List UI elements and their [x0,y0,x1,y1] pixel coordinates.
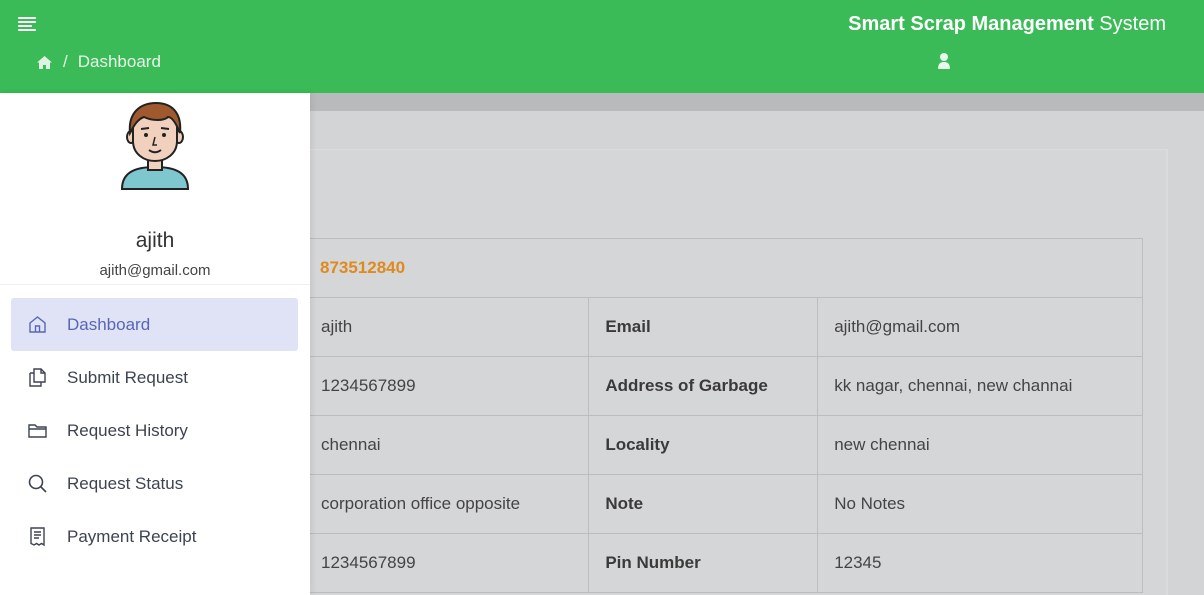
table-row: 873512840 [310,238,1143,298]
profile-email: ajith@gmail.com [99,262,211,279]
sidebar-item-label: Dashboard [67,314,151,334]
table-row: 1234567899 Address of Garbage kk nagar, … [310,356,1143,416]
cell-label: Address of Garbage [588,356,819,416]
folder-icon [27,420,48,441]
search-icon [27,473,48,494]
cell-value: corporation office opposite [310,474,590,534]
sidebar: ajith ajith@gmail.com Dashboard Submit R… [0,93,310,595]
sidebar-menu: Dashboard Submit Request Request History [11,298,298,563]
sidebar-item-dashboard[interactable]: Dashboard [11,298,298,351]
cell-label: Locality [588,415,819,475]
cell-value: No Notes [817,474,1143,534]
user-icon[interactable] [936,52,952,70]
cell-value: ajith [310,297,590,357]
cell-value: new chennai [817,415,1143,475]
app-title-bold: Smart Scrap Management [848,13,1094,35]
cell-value: chennai [310,415,590,475]
cell-value: kk nagar, chennai, new channai [817,356,1143,416]
sidebar-item-label: Request Status [67,473,184,493]
profile-name: ajith [135,229,175,252]
content-overlay-band [310,93,1204,111]
cell-label: Email [588,297,819,357]
app-title: Smart Scrap Management System [848,13,1166,36]
sidebar-item-label: Payment Receipt [67,526,197,546]
cell-value: 1234567899 [310,356,590,416]
app-title-rest: System [1093,13,1166,35]
top-navbar: / Dashboard Smart Scrap Management Syste… [0,0,1204,93]
main-content: 873512840 ajith Email ajith@gmail.com 12… [310,111,1204,595]
sidebar-item-request-status[interactable]: Request Status [11,457,298,510]
sidebar-item-label: Request History [67,420,188,440]
home-icon[interactable] [36,54,53,71]
cell-value: 1234567899 [310,533,590,593]
sidebar-item-payment-receipt[interactable]: Payment Receipt [11,510,298,563]
card-edge [1166,149,1168,595]
sidebar-item-submit-request[interactable]: Submit Request [11,351,298,404]
sidebar-item-request-history[interactable]: Request History [11,404,298,457]
request-details-table: 873512840 ajith Email ajith@gmail.com 12… [310,238,1143,593]
documents-icon [27,367,48,388]
breadcrumb: / Dashboard [36,52,161,72]
breadcrumb-separator: / [63,52,68,71]
table-row: 1234567899 Pin Number 12345 [310,533,1143,593]
table-row: corporation office opposite Note No Note… [310,474,1143,534]
divider [0,284,310,285]
avatar [116,99,194,191]
cell-value: 12345 [817,533,1143,593]
request-id: 873512840 [310,238,1143,298]
home-icon [27,314,48,335]
table-row: ajith Email ajith@gmail.com [310,297,1143,357]
cell-label: Note [588,474,819,534]
receipt-icon [27,526,48,547]
menu-toggle-icon[interactable] [18,17,36,31]
table-row: chennai Locality new chennai [310,415,1143,475]
breadcrumb-current: Dashboard [77,52,161,71]
cell-value: ajith@gmail.com [817,297,1143,357]
sidebar-item-label: Submit Request [67,367,188,387]
cell-label: Pin Number [588,533,819,593]
